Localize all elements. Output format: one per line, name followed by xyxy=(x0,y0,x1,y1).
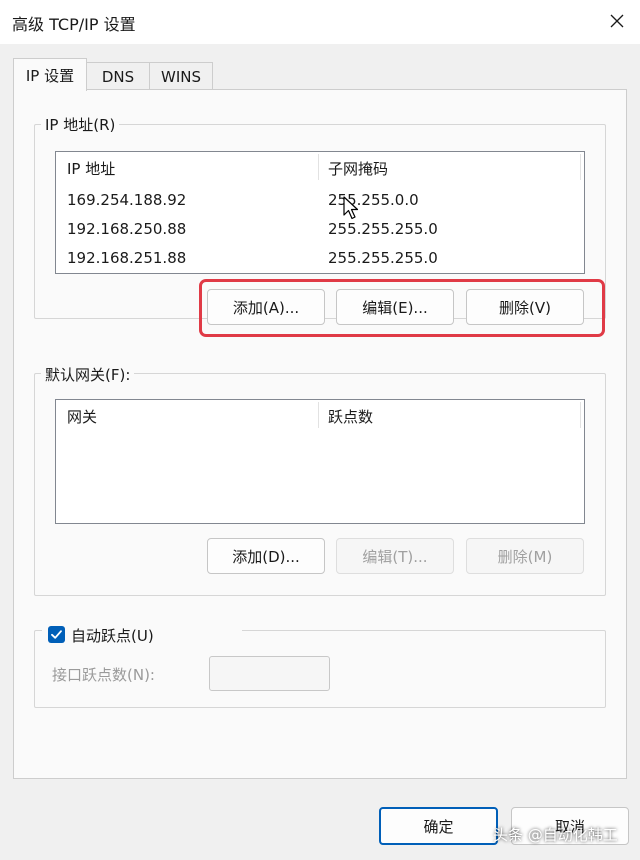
checkmark-icon xyxy=(51,630,62,639)
ip-cell: 192.168.251.88 xyxy=(67,249,187,267)
annotation-highlight-box xyxy=(199,279,605,337)
column-separator[interactable] xyxy=(580,154,581,180)
ip-address-group-label: IP 地址(R) xyxy=(41,114,120,135)
column-header-subnet-mask[interactable]: 子网掩码 xyxy=(328,158,388,179)
auto-metric-checkbox[interactable] xyxy=(48,626,65,643)
gateway-list[interactable]: 网关 跃点数 xyxy=(55,399,585,524)
column-separator[interactable] xyxy=(318,154,319,180)
interface-metric-label: 接口跃点数(N): xyxy=(52,666,155,684)
mask-cell: 255.255.255.0 xyxy=(328,220,438,238)
interface-metric-input[interactable] xyxy=(209,656,330,691)
tab-label: DNS xyxy=(101,67,135,86)
ip-cell: 192.168.250.88 xyxy=(67,220,187,238)
column-separator[interactable] xyxy=(318,402,319,428)
auto-metric-label[interactable]: 自动跃点(U) xyxy=(71,625,154,646)
title-bar: 高级 TCP/IP 设置 xyxy=(0,0,640,44)
tab-wins[interactable]: WINS xyxy=(149,62,213,90)
table-row[interactable]: 192.168.250.88 255.255.255.0 xyxy=(56,215,584,244)
column-header-metric[interactable]: 跃点数 xyxy=(328,406,373,427)
window-title: 高级 TCP/IP 设置 xyxy=(12,15,136,34)
table-row[interactable]: 169.254.188.92 255.255.0.0 xyxy=(56,186,584,215)
tab-ip-settings[interactable]: IP 设置 xyxy=(13,58,87,91)
gateway-add-button[interactable]: 添加(D)... xyxy=(207,538,325,574)
close-icon xyxy=(610,14,624,28)
watermark-text: 头条 @自动化韩工 xyxy=(493,826,618,844)
list-header: 网关 跃点数 xyxy=(56,400,584,430)
mouse-cursor-icon xyxy=(343,196,359,220)
ip-cell: 169.254.188.92 xyxy=(67,191,187,209)
ip-address-list[interactable]: IP 地址 子网掩码 169.254.188.92 255.255.0.0 19… xyxy=(55,151,585,274)
tab-label: IP 设置 xyxy=(25,66,75,85)
tab-dns[interactable]: DNS xyxy=(86,62,150,90)
column-separator[interactable] xyxy=(580,402,581,428)
default-gateway-group-label: 默认网关(F): xyxy=(41,364,135,385)
mask-cell: 255.255.255.0 xyxy=(328,249,438,267)
list-header: IP 地址 子网掩码 xyxy=(56,152,584,182)
table-row[interactable]: 192.168.251.88 255.255.255.0 xyxy=(56,244,584,273)
tab-label: WINS xyxy=(161,67,201,86)
mask-cell: 255.255.0.0 xyxy=(328,191,419,209)
close-button[interactable] xyxy=(600,6,634,36)
gateway-delete-button[interactable]: 删除(M) xyxy=(466,538,584,574)
ok-button[interactable]: 确定 xyxy=(379,807,498,845)
column-header-ip[interactable]: IP 地址 xyxy=(67,158,115,179)
gateway-edit-button[interactable]: 编辑(T)... xyxy=(336,538,454,574)
column-header-gateway[interactable]: 网关 xyxy=(67,406,97,427)
